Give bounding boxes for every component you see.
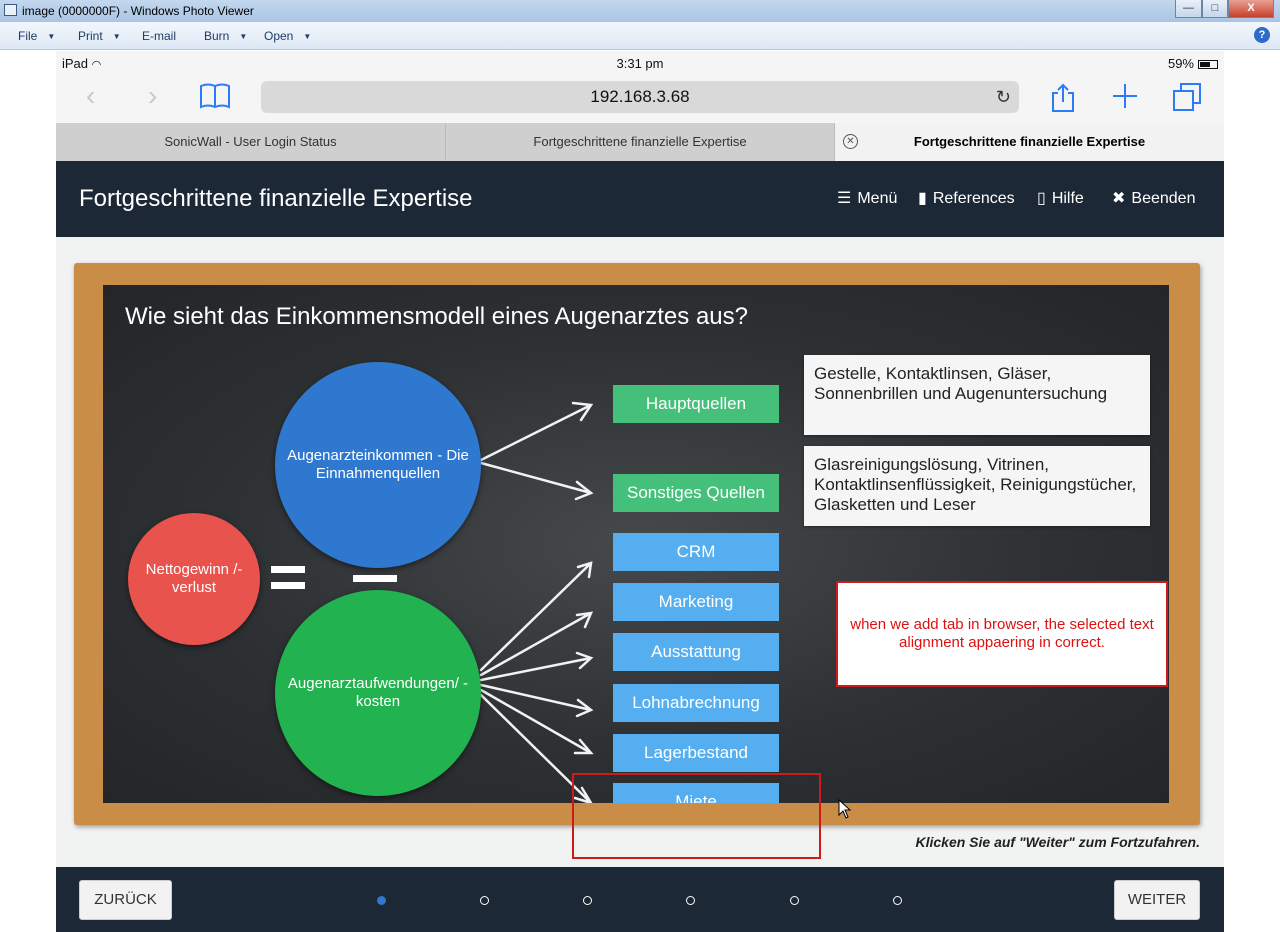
menu-button[interactable]: ☰ Menü bbox=[837, 188, 897, 208]
window-title: image (0000000F) - Windows Photo Viewer bbox=[22, 4, 254, 18]
arrow-marketing bbox=[479, 611, 594, 677]
url-text: 192.168.3.68 bbox=[590, 87, 690, 106]
reload-icon[interactable]: ↻ bbox=[996, 81, 1011, 113]
continue-hint: Klicken Sie auf "Weiter" zum Fortzufahre… bbox=[915, 834, 1200, 850]
bookmark-icon: ▮ bbox=[918, 190, 927, 207]
ipad-status-bar: iPad ◠ 3:31 pm 59% bbox=[56, 51, 1224, 77]
tab-label: SonicWall - User Login Status bbox=[164, 134, 337, 149]
note-main-sources: Gestelle, Kontaktlinsen, Gläser, Sonnenb… bbox=[804, 355, 1150, 435]
menu-burn[interactable]: Burn ▼ bbox=[204, 29, 247, 43]
box-other-sources[interactable]: Sonstiges Quellen bbox=[613, 474, 779, 512]
close-icon: ✖ bbox=[1112, 190, 1126, 207]
annotation-highlight bbox=[572, 773, 821, 859]
maximize-button[interactable]: □ bbox=[1202, 0, 1228, 18]
arrow-lager bbox=[479, 688, 594, 755]
arrow-income-main bbox=[479, 401, 594, 462]
next-button[interactable]: WEITER bbox=[1114, 880, 1200, 920]
new-tab-plus-icon[interactable] bbox=[1112, 83, 1138, 114]
course-title: Fortgeschrittene finanzielle Expertise bbox=[79, 185, 473, 212]
references-button[interactable]: ▮ References bbox=[918, 188, 1015, 208]
safari-toolbar: ‹ › 192.168.3.68 ↻ bbox=[56, 77, 1224, 123]
tab-expertise-active[interactable]: ✕ Fortgeschrittene finanzielle Expertise bbox=[835, 123, 1224, 161]
window-title-bar: image (0000000F) - Windows Photo Viewer … bbox=[0, 0, 1280, 22]
viewer-menu-bar: File ▼ Print ▼ E-mail Burn ▼ Open ▼ ? bbox=[0, 22, 1280, 50]
minimize-button[interactable]: — bbox=[1175, 0, 1202, 18]
expenses-circle: Augenarztaufwendungen/ -kosten bbox=[275, 590, 481, 796]
arrow-crm bbox=[479, 561, 593, 672]
back-button[interactable]: ZURÜCK bbox=[79, 880, 172, 920]
help-icon[interactable]: ? bbox=[1254, 27, 1270, 43]
chevron-down-icon: ▼ bbox=[303, 32, 312, 41]
income-circle: Augenarzteinkommen - Die Einnahmenquelle… bbox=[275, 362, 481, 568]
box-equipment[interactable]: Ausstattung bbox=[613, 633, 779, 671]
box-payroll[interactable]: Lohnabrechnung bbox=[613, 684, 779, 722]
page-dot-4[interactable] bbox=[686, 896, 695, 905]
menu-open[interactable]: Open ▼ bbox=[264, 29, 311, 43]
chevron-down-icon: ▼ bbox=[47, 32, 56, 41]
note-other-sources: Glasreinigungslösung, Vitrinen, Kontaktl… bbox=[804, 446, 1150, 526]
photo-viewer-icon bbox=[4, 4, 17, 16]
menu-file[interactable]: File ▼ bbox=[18, 29, 55, 43]
battery-icon bbox=[1198, 60, 1218, 69]
net-profit-circle: Nettogewinn /-verlust bbox=[128, 513, 260, 645]
chevron-down-icon: ▼ bbox=[112, 32, 121, 41]
menu-email[interactable]: E-mail bbox=[142, 29, 176, 43]
tab-label: Fortgeschrittene finanzielle Expertise bbox=[913, 134, 1146, 149]
annotation-note: when we add tab in browser, the selected… bbox=[836, 581, 1168, 687]
bookmarks-book-icon[interactable] bbox=[199, 82, 231, 115]
arrow-income-other bbox=[479, 461, 594, 501]
box-marketing[interactable]: Marketing bbox=[613, 583, 779, 621]
chalkboard: Wie sieht das Einkommensmodell eines Aug… bbox=[103, 285, 1169, 803]
course-footer: ZURÜCK WEITER bbox=[56, 867, 1224, 932]
box-inventory[interactable]: Lagerbestand bbox=[613, 734, 779, 772]
close-tab-icon[interactable]: ✕ bbox=[843, 134, 858, 149]
battery-indicator: 59% bbox=[1168, 56, 1218, 71]
tab-expertise-1[interactable]: Fortgeschrittene finanzielle Expertise bbox=[446, 123, 835, 161]
menu-print[interactable]: Print ▼ bbox=[78, 29, 121, 43]
course-header: Fortgeschrittene finanzielle Expertise ☰… bbox=[56, 161, 1224, 237]
address-bar[interactable]: 192.168.3.68 ↻ bbox=[261, 81, 1019, 113]
page-dot-3[interactable] bbox=[583, 896, 592, 905]
status-time: 3:31 pm bbox=[616, 56, 664, 71]
box-crm[interactable]: CRM bbox=[613, 533, 779, 571]
equals-sign bbox=[271, 566, 305, 590]
help-button[interactable]: ▯ Hilfe bbox=[1037, 188, 1084, 208]
page-dot-5[interactable] bbox=[790, 896, 799, 905]
close-button[interactable]: X bbox=[1228, 0, 1274, 18]
tab-label: Fortgeschrittene finanzielle Expertise bbox=[533, 134, 747, 149]
share-icon[interactable] bbox=[1050, 83, 1076, 118]
list-icon: ☰ bbox=[837, 190, 852, 207]
document-icon: ▯ bbox=[1037, 190, 1046, 207]
mouse-cursor-icon bbox=[838, 799, 852, 819]
page-dot-2[interactable] bbox=[480, 896, 489, 905]
box-main-sources[interactable]: Hauptquellen bbox=[613, 385, 779, 423]
minus-sign bbox=[353, 575, 397, 582]
exit-button[interactable]: ✖ Beenden bbox=[1112, 188, 1195, 208]
back-arrow-icon[interactable]: ‹ bbox=[86, 82, 95, 110]
page-dot-1[interactable] bbox=[377, 896, 386, 905]
forward-arrow-icon[interactable]: › bbox=[148, 82, 157, 110]
tabs-overview-icon[interactable] bbox=[1172, 82, 1202, 117]
chalkboard-frame: Wie sieht das Einkommensmodell eines Aug… bbox=[74, 263, 1200, 825]
page-dot-6[interactable] bbox=[893, 896, 902, 905]
tab-sonicwall[interactable]: SonicWall - User Login Status bbox=[56, 123, 446, 161]
browser-tab-strip: SonicWall - User Login Status Fortgeschr… bbox=[56, 123, 1224, 161]
chevron-down-icon: ▼ bbox=[239, 32, 248, 41]
